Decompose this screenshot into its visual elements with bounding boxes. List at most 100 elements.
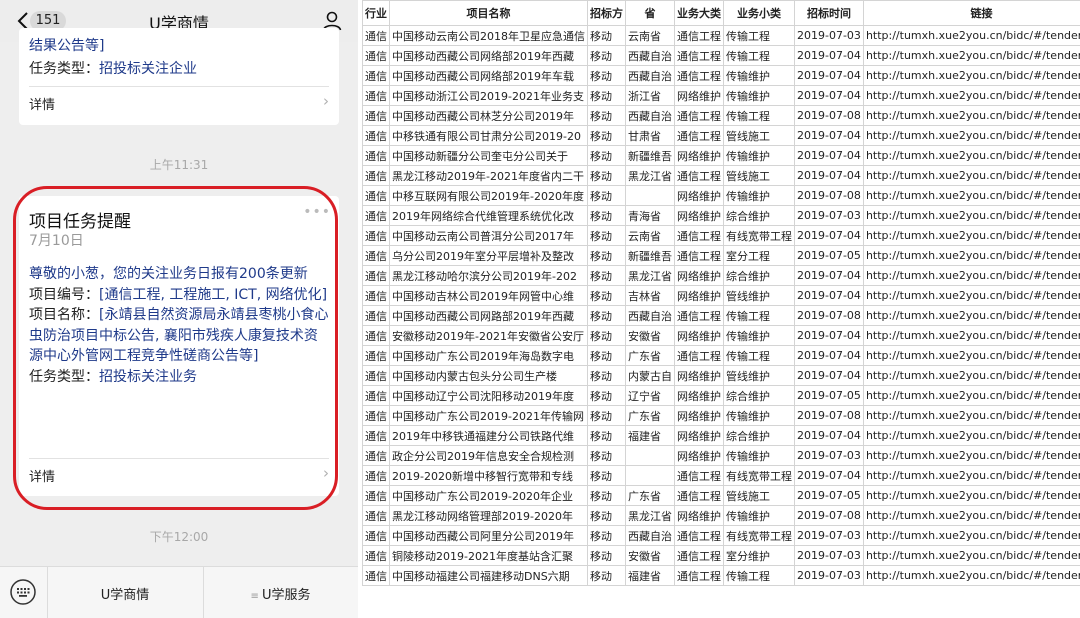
cell-industry[interactable]: 通信 bbox=[362, 245, 390, 266]
cell-link[interactable]: http://tumxh.xue2you.cn/bidc/#/tender/te bbox=[862, 425, 1080, 446]
cell-business-subcategory[interactable]: 管线施工 bbox=[723, 165, 795, 186]
cell-business-subcategory[interactable]: 综合维护 bbox=[723, 205, 795, 226]
table-row[interactable]: 通信 黑龙江移动2019年-2021年度省内二干 移动 黑龙江省 通信工程 管线施工 201… bbox=[362, 165, 1080, 186]
table-row[interactable]: 通信 中国移动吉林公司2019年网管中心维 移动 吉林省 网络维护 管线维护 2019-07… bbox=[362, 285, 1080, 306]
cell-business-category[interactable]: 网络维护 bbox=[674, 185, 724, 206]
cell-business-category[interactable]: 网络维护 bbox=[674, 285, 724, 306]
cell-province[interactable]: 西藏自治 bbox=[625, 525, 675, 546]
cell-business-subcategory[interactable]: 传输维护 bbox=[723, 65, 795, 86]
table-row[interactable]: 通信 黑龙江移动网络管理部2019-2020年 移动 黑龙江省 网络维护 传输维护 2019… bbox=[362, 505, 1080, 526]
table-row[interactable]: 通信 中国移动浙江公司2019-2021年业务支 移动 浙江省 网络维护 传输维护 2019… bbox=[362, 85, 1080, 106]
column-header-project-name[interactable]: 项目名称 bbox=[389, 0, 588, 26]
table-row[interactable]: 通信 中国移动内蒙古包头分公司生产楼 移动 内蒙古自 网络维护 管线维护 2019-07-0… bbox=[362, 365, 1080, 386]
cell-business-category[interactable]: 网络维护 bbox=[674, 385, 724, 406]
cell-business-category[interactable]: 网络维护 bbox=[674, 205, 724, 226]
cell-project-name[interactable]: 中国移动西藏公司网络部2019年车载 bbox=[389, 65, 588, 86]
cell-project-name[interactable]: 中国移动西藏公司阿里分公司2019年 bbox=[389, 525, 588, 546]
cell-business-category[interactable]: 通信工程 bbox=[674, 165, 724, 186]
table-row[interactable]: 通信 中国移动广东公司2019-2021年传输网 移动 广东省 网络维护 传输维护 2019… bbox=[362, 405, 1080, 426]
cell-industry[interactable]: 通信 bbox=[362, 525, 390, 546]
cell-project-name[interactable]: 政企分公司2019年信息安全合规检测 bbox=[389, 445, 588, 466]
cell-industry[interactable]: 通信 bbox=[362, 345, 390, 366]
cell-business-subcategory[interactable]: 传输工程 bbox=[723, 345, 795, 366]
cell-bidder[interactable]: 移动 bbox=[587, 105, 626, 126]
cell-project-name[interactable]: 中国移动云南公司2018年卫星应急通信 bbox=[389, 25, 588, 46]
cell-business-subcategory[interactable]: 管线施工 bbox=[723, 485, 795, 506]
cell-industry[interactable]: 通信 bbox=[362, 425, 390, 446]
menu-item-ufuwu[interactable]: ≡ U学服务 bbox=[203, 584, 358, 603]
cell-industry[interactable]: 通信 bbox=[362, 225, 390, 246]
table-row[interactable]: 通信 中国移动广东公司2019-2020年企业 移动 广东省 通信工程 管线施工 2019-… bbox=[362, 485, 1080, 506]
table-row[interactable]: 通信 2019年中移铁通福建分公司铁路代维 移动 福建省 网络维护 综合维护 2019-07… bbox=[362, 425, 1080, 446]
cell-bidder[interactable]: 移动 bbox=[587, 425, 626, 446]
cell-project-name[interactable]: 中国移动广东公司2019-2020年企业 bbox=[389, 485, 588, 506]
cell-bidder[interactable]: 移动 bbox=[587, 405, 626, 426]
cell-business-category[interactable]: 网络维护 bbox=[674, 365, 724, 386]
table-row[interactable]: 通信 中国移动云南公司普洱分公司2017年 移动 云南省 通信工程 有线宽带工程 2019-… bbox=[362, 225, 1080, 246]
cell-business-subcategory[interactable]: 传输维护 bbox=[723, 85, 795, 106]
cell-link[interactable]: http://tumxh.xue2you.cn/bidc/#/tender/te bbox=[862, 285, 1080, 306]
cell-province[interactable]: 青海省 bbox=[625, 205, 675, 226]
cell-business-subcategory[interactable]: 有线宽带工程 bbox=[723, 525, 795, 546]
cell-project-name[interactable]: 中国移动浙江公司2019-2021年业务支 bbox=[389, 85, 588, 106]
cell-bid-date[interactable]: 2019-07-03 bbox=[794, 25, 864, 46]
cell-industry[interactable]: 通信 bbox=[362, 365, 390, 386]
table-row[interactable]: 通信 中国移动西藏公司网路部2019年西藏 移动 西藏自治 通信工程 传输工程 2019-0… bbox=[362, 305, 1080, 326]
cell-industry[interactable]: 通信 bbox=[362, 405, 390, 426]
cell-province[interactable]: 广东省 bbox=[625, 485, 675, 506]
table-row[interactable]: 通信 中国移动西藏公司阿里分公司2019年 移动 西藏自治 通信工程 有线宽带工程 2019… bbox=[362, 525, 1080, 546]
cell-province[interactable]: 云南省 bbox=[625, 225, 675, 246]
table-row[interactable]: 通信 中国移动新疆分公司奎屯分公司关于 移动 新疆维吾 网络维护 传输维护 2019-07-… bbox=[362, 145, 1080, 166]
cell-project-name[interactable]: 铜陵移动2019-2021年度基站含汇聚 bbox=[389, 545, 588, 566]
cell-business-subcategory[interactable]: 室分工程 bbox=[723, 245, 795, 266]
cell-project-name[interactable]: 乌分公司2019年室分平层增补及整改 bbox=[389, 245, 588, 266]
cell-link[interactable]: http://tumxh.xue2you.cn/bidc/#/tender/te bbox=[862, 25, 1080, 46]
cell-bid-date[interactable]: 2019-07-04 bbox=[794, 325, 864, 346]
cell-project-name[interactable]: 2019-2020新增中移智行宽带和专线 bbox=[389, 465, 588, 486]
cell-business-category[interactable]: 网络维护 bbox=[674, 425, 724, 446]
cell-province[interactable]: 浙江省 bbox=[625, 85, 675, 106]
cell-business-category[interactable]: 网络维护 bbox=[674, 445, 724, 466]
cell-business-category[interactable]: 通信工程 bbox=[674, 465, 724, 486]
cell-business-category[interactable]: 网络维护 bbox=[674, 405, 724, 426]
cell-industry[interactable]: 通信 bbox=[362, 45, 390, 66]
cell-business-subcategory[interactable]: 传输维护 bbox=[723, 445, 795, 466]
cell-bid-date[interactable]: 2019-07-03 bbox=[794, 205, 864, 226]
cell-business-category[interactable]: 网络维护 bbox=[674, 505, 724, 526]
cell-industry[interactable]: 通信 bbox=[362, 185, 390, 206]
table-row[interactable]: 通信 中移铁通有限公司甘肃分公司2019-20 移动 甘肃省 通信工程 管线施工 2019-… bbox=[362, 125, 1080, 146]
cell-business-subcategory[interactable]: 传输工程 bbox=[723, 45, 795, 66]
cell-project-name[interactable]: 2019年网络综合代维管理系统优化改 bbox=[389, 205, 588, 226]
cell-business-subcategory[interactable]: 传输维护 bbox=[723, 405, 795, 426]
cell-project-name[interactable]: 中国移动西藏公司网络部2019年西藏 bbox=[389, 45, 588, 66]
keyboard-icon[interactable] bbox=[8, 577, 38, 607]
cell-business-category[interactable]: 网络维护 bbox=[674, 325, 724, 346]
cell-industry[interactable]: 通信 bbox=[362, 125, 390, 146]
cell-project-name[interactable]: 中移互联网有限公司2019年-2020年度 bbox=[389, 185, 588, 206]
cell-industry[interactable]: 通信 bbox=[362, 385, 390, 406]
cell-business-category[interactable]: 通信工程 bbox=[674, 565, 724, 586]
cell-province[interactable] bbox=[625, 465, 675, 486]
cell-industry[interactable]: 通信 bbox=[362, 325, 390, 346]
cell-business-subcategory[interactable]: 传输工程 bbox=[723, 565, 795, 586]
table-row[interactable]: 通信 政企分公司2019年信息安全合规检测 移动 网络维护 传输维护 2019-07-03… bbox=[362, 445, 1080, 466]
cell-industry[interactable]: 通信 bbox=[362, 505, 390, 526]
cell-bid-date[interactable]: 2019-07-04 bbox=[794, 265, 864, 286]
cell-business-subcategory[interactable]: 管线施工 bbox=[723, 125, 795, 146]
cell-project-name[interactable]: 安徽移动2019年-2021年安徽省公安厅 bbox=[389, 325, 588, 346]
cell-bidder[interactable]: 移动 bbox=[587, 125, 626, 146]
table-row[interactable]: 通信 中国移动西藏公司网络部2019年车载 移动 西藏自治 通信工程 传输维护 2019-0… bbox=[362, 65, 1080, 86]
cell-link[interactable]: http://tumxh.xue2you.cn/bidc/#/tender/te bbox=[862, 145, 1080, 166]
cell-bid-date[interactable]: 2019-07-04 bbox=[794, 165, 864, 186]
cell-province[interactable]: 甘肃省 bbox=[625, 125, 675, 146]
cell-province[interactable]: 内蒙古自 bbox=[625, 365, 675, 386]
cell-link[interactable]: http://tumxh.xue2you.cn/bidc/#/tender/te bbox=[862, 505, 1080, 526]
cell-bidder[interactable]: 移动 bbox=[587, 565, 626, 586]
cell-bid-date[interactable]: 2019-07-08 bbox=[794, 185, 864, 206]
cell-province[interactable]: 黑龙江省 bbox=[625, 265, 675, 286]
cell-project-name[interactable]: 中国移动西藏公司林芝分公司2019年 bbox=[389, 105, 588, 126]
cell-province[interactable]: 辽宁省 bbox=[625, 385, 675, 406]
cell-business-subcategory[interactable]: 综合维护 bbox=[723, 425, 795, 446]
cell-link[interactable]: http://tumxh.xue2you.cn/bidc/#/tender/te bbox=[862, 385, 1080, 406]
cell-industry[interactable]: 通信 bbox=[362, 145, 390, 166]
